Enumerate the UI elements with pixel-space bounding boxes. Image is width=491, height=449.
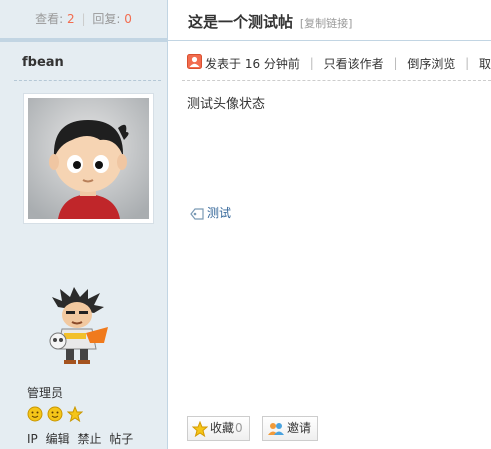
views-label: 查看:: [35, 12, 64, 26]
rank-character-image: [46, 287, 110, 368]
invite-label: 邀请: [287, 421, 312, 435]
favorite-button[interactable]: 收藏0: [187, 416, 250, 441]
meta-divider: [182, 80, 491, 81]
post-meta: 发表于 16 分钟前 | 只看该作者 | 倒序浏览 | 取消: [187, 54, 491, 72]
smile-icon: [47, 406, 63, 422]
invite-users-icon: [268, 422, 284, 435]
favorite-count: 0: [235, 421, 243, 435]
meta-separator: |: [393, 56, 398, 70]
stats-separator: |: [81, 12, 86, 26]
author-sidebar: 查看: 2 | 回复: 0 fbean 管理员 IP 编辑 禁止 帖子: [0, 0, 168, 449]
avatar-image: [28, 98, 149, 219]
tag-link[interactable]: 测试: [207, 206, 231, 220]
author-username[interactable]: fbean: [22, 55, 64, 70]
post-content: 测试头像状态: [187, 97, 266, 112]
sidebar-divider: [14, 80, 161, 81]
favorite-label: 收藏: [210, 421, 235, 435]
invite-button[interactable]: 邀请: [262, 416, 319, 441]
admin-link-posts[interactable]: 帖子: [109, 432, 133, 446]
thread-title: 这是一个测试帖: [188, 13, 294, 31]
thread-header: 这是一个测试帖 [复制链接]: [188, 11, 352, 32]
star-icon: [191, 420, 209, 437]
post-main: 这是一个测试帖 [复制链接] 发表于 16 分钟前 | 只看该作者 | 倒序浏览…: [168, 0, 491, 449]
avatar[interactable]: [23, 93, 154, 224]
posted-time: 发表于 16 分钟前: [205, 56, 300, 71]
replies-count: 0: [124, 12, 132, 26]
medals: [27, 406, 83, 422]
post-tags: 测试: [190, 204, 231, 221]
meta-separator: |: [309, 56, 314, 70]
copy-link-button[interactable]: [复制链接]: [300, 17, 353, 30]
header-divider: [168, 40, 491, 41]
only-author-link[interactable]: 只看该作者: [324, 55, 384, 72]
admin-links: IP 编辑 禁止 帖子: [27, 430, 137, 447]
meta-separator: |: [465, 56, 470, 70]
author-role: 管理员: [27, 386, 64, 400]
reverse-order-link[interactable]: 倒序浏览: [407, 55, 455, 72]
smile-icon: [27, 406, 43, 422]
user-online-icon: [187, 54, 202, 72]
admin-link-ban[interactable]: 禁止: [77, 432, 101, 446]
tag-icon: [190, 207, 204, 220]
cancel-link[interactable]: 取消: [479, 55, 491, 72]
admin-link-edit[interactable]: 编辑: [46, 432, 70, 446]
star-icon: [66, 406, 83, 422]
thread-stats: 查看: 2 | 回复: 0: [0, 0, 167, 42]
admin-link-ip[interactable]: IP: [27, 432, 38, 446]
replies-label: 回复:: [92, 12, 121, 26]
views-count: 2: [67, 12, 75, 26]
